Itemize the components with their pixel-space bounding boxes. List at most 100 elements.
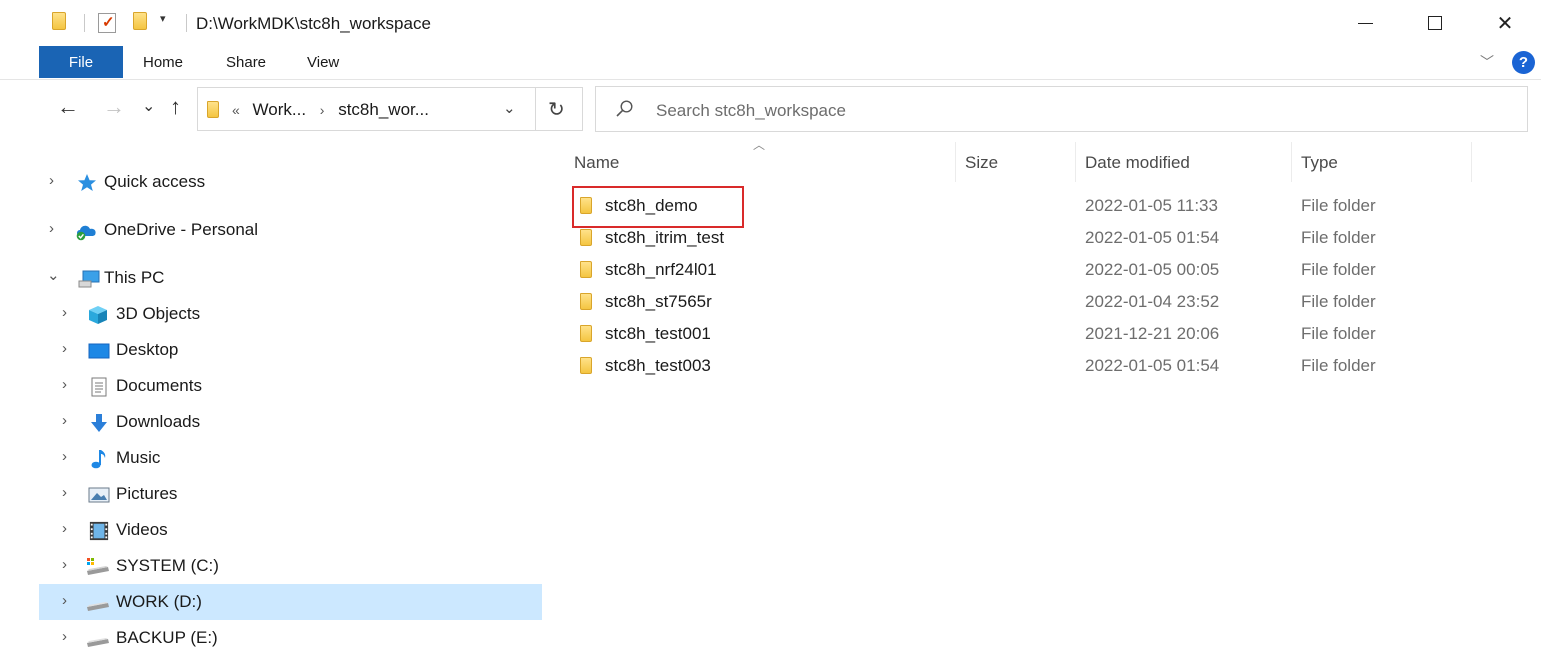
breadcrumb-item-workspace[interactable]: stc8h_wor... (338, 100, 429, 119)
tab-view[interactable]: View (307, 54, 339, 71)
sidebar-item-label: BACKUP (E:) (116, 628, 218, 647)
divider (535, 88, 536, 130)
expand-ribbon-icon[interactable]: ﹀ (1480, 52, 1494, 72)
new-folder-icon[interactable] (133, 12, 147, 30)
search-icon (616, 100, 633, 117)
address-dropdown-icon[interactable]: ⌄ (503, 99, 516, 117)
divider (84, 14, 85, 32)
date-modified: 2022-01-04 23:52 (1085, 292, 1220, 311)
date-modified: 2021-12-21 20:06 (1085, 324, 1220, 343)
computer-icon (78, 270, 100, 288)
chevron-right-icon[interactable]: › (49, 172, 54, 189)
folder-icon (580, 293, 592, 310)
sidebar-item-label: Music (116, 448, 161, 467)
list-item[interactable]: stc8h_nrf24l01 2022-01-05 00:05 File fol… (570, 256, 1530, 288)
chevron-right-icon[interactable]: › (62, 520, 67, 537)
list-item[interactable]: stc8h_st7565r 2022-01-04 23:52 File fold… (570, 288, 1530, 320)
sidebar-item-this-pc[interactable]: ⌄ This PC (39, 260, 542, 296)
column-header-type[interactable]: Type (1291, 142, 1472, 182)
desktop-icon (88, 343, 110, 359)
file-name: stc8h_st7565r (605, 292, 712, 311)
list-item[interactable]: stc8h_itrim_test 2022-01-05 01:54 File f… (570, 224, 1530, 256)
column-label: Name (574, 153, 620, 172)
sidebar-item-pictures[interactable]: › Pictures (39, 476, 542, 512)
sidebar-item-label: WORK (D:) (116, 592, 202, 611)
maximize-button[interactable] (1400, 0, 1470, 46)
sidebar-item-label: OneDrive - Personal (104, 220, 259, 239)
sidebar-item-videos[interactable]: › Videos (39, 512, 542, 548)
download-icon (91, 414, 107, 432)
sidebar-item-label: This PC (104, 268, 165, 287)
search-input[interactable]: Search stc8h_workspace (595, 86, 1528, 132)
sidebar-item-documents[interactable]: › Documents (39, 368, 542, 404)
sidebar-item-system-c[interactable]: › SYSTEM (C:) (39, 548, 542, 584)
properties-icon[interactable]: ✓ (98, 13, 116, 33)
chevron-right-icon[interactable]: › (62, 412, 67, 429)
sidebar-item-work-d[interactable]: › WORK (D:) (39, 584, 542, 620)
annotation-highlight-box (572, 186, 744, 228)
back-arrow-icon[interactable]: ← (57, 94, 79, 120)
folder-icon (580, 357, 592, 374)
maximize-icon (1428, 16, 1442, 30)
sidebar-item-label: Desktop (116, 340, 179, 359)
picture-icon (88, 487, 110, 503)
chevron-right-icon[interactable]: › (62, 484, 67, 501)
close-icon: ✕ (1496, 12, 1514, 35)
sidebar-item-desktop[interactable]: › Desktop (39, 332, 542, 368)
sidebar-item-label: 3D Objects (116, 304, 201, 323)
sidebar-item-label: Quick access (104, 172, 206, 191)
chevron-right-icon[interactable]: › (49, 220, 54, 237)
tab-file[interactable]: File (39, 46, 123, 78)
chevron-right-icon[interactable]: › (62, 448, 67, 465)
chevron-right-icon[interactable]: › (62, 556, 67, 573)
folder-icon (580, 229, 592, 246)
up-arrow-icon[interactable]: ↑ (170, 94, 181, 120)
column-header-size[interactable]: Size (955, 142, 1076, 182)
tab-share[interactable]: Share (226, 54, 266, 71)
title-bar: ✓ ▾ D:\WorkMDK\stc8h_workspace ✕ (0, 0, 1541, 46)
window-title: D:\WorkMDK\stc8h_workspace (196, 14, 431, 33)
chevron-right-icon[interactable]: › (62, 340, 67, 357)
chevron-right-icon[interactable]: › (62, 304, 67, 321)
video-icon (89, 521, 109, 541)
tab-home[interactable]: Home (143, 54, 183, 71)
sidebar-item-label: SYSTEM (C:) (116, 556, 219, 575)
address-bar[interactable]: « Work... › stc8h_wor... ⌄ ↻ (197, 87, 583, 131)
column-label: Size (965, 153, 999, 172)
recent-locations-icon[interactable]: ⌄ (142, 96, 155, 116)
sidebar-item-backup-e[interactable]: › BACKUP (E:) (39, 620, 542, 652)
chevron-right-icon[interactable]: › (62, 592, 67, 609)
drive-icon (87, 638, 109, 647)
sidebar-item-quick-access[interactable]: › Quick access (39, 164, 542, 200)
close-button[interactable]: ✕ (1470, 0, 1540, 46)
sidebar-item-music[interactable]: › Music (39, 440, 542, 476)
navigation-bar: ← → ⌄ ↑ « Work... › stc8h_wor... ⌄ ↻ Sea… (0, 84, 1541, 132)
cloud-icon (76, 225, 96, 241)
chevron-right-icon[interactable]: › (62, 376, 67, 393)
minimize-button[interactable] (1330, 0, 1400, 46)
file-type: File folder (1301, 228, 1376, 247)
column-header-date-modified[interactable]: Date modified (1075, 142, 1292, 182)
help-icon[interactable]: ? (1512, 51, 1535, 74)
file-type: File folder (1301, 356, 1376, 375)
file-name: stc8h_itrim_test (605, 228, 725, 247)
music-icon (91, 450, 106, 469)
forward-arrow-icon[interactable]: → (103, 94, 125, 120)
quick-access-dropdown-icon[interactable]: ▾ (160, 12, 166, 25)
file-name: stc8h_test001 (605, 324, 711, 343)
breadcrumb-item-workmdk[interactable]: Work... (253, 100, 307, 119)
sidebar-item-label: Videos (116, 520, 168, 539)
chevron-right-icon[interactable]: › (62, 628, 67, 645)
column-header-name[interactable]: Name (564, 142, 956, 182)
sidebar-item-onedrive[interactable]: › OneDrive - Personal (39, 212, 542, 248)
chevron-down-icon[interactable]: ⌄ (47, 266, 60, 284)
document-icon (91, 377, 107, 397)
refresh-icon[interactable]: ↻ (548, 97, 565, 122)
list-item[interactable]: stc8h_test001 2021-12-21 20:06 File fold… (570, 320, 1530, 352)
sidebar-item-3d-objects[interactable]: › 3D Objects (39, 296, 542, 332)
list-item[interactable]: stc8h_test003 2022-01-05 01:54 File fold… (570, 352, 1530, 384)
breadcrumb-separator-icon[interactable]: › (320, 102, 325, 118)
breadcrumb-overflow-icon[interactable]: « (232, 102, 240, 118)
sidebar-item-downloads[interactable]: › Downloads (39, 404, 542, 440)
file-name: stc8h_nrf24l01 (605, 260, 717, 279)
